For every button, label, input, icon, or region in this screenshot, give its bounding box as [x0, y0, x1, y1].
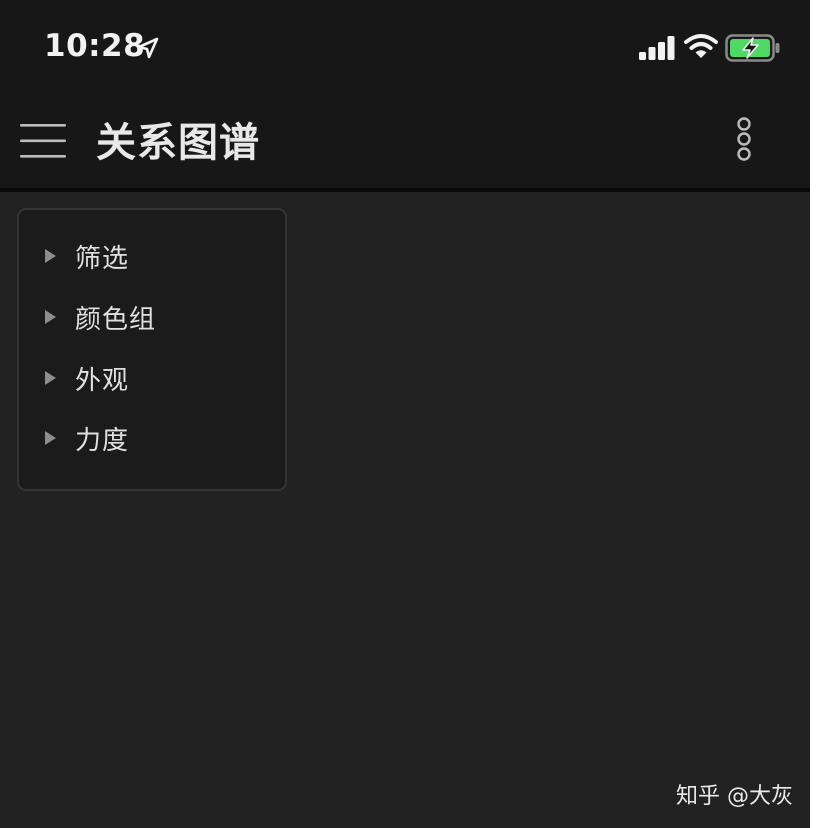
hamburger-menu-icon[interactable]: [14, 116, 72, 166]
caret-right-icon: [45, 249, 56, 263]
watermark: 知乎 @大灰: [676, 784, 793, 809]
battery-charging-icon: [725, 34, 780, 62]
panel-item-label: 筛选: [75, 243, 130, 274]
panel-item-appearance[interactable]: 外观: [45, 356, 265, 400]
caret-right-icon: [45, 431, 56, 445]
panel-item-label: 外观: [75, 365, 130, 396]
app-bar-divider: [0, 188, 810, 192]
wifi-icon: [684, 34, 718, 58]
panel-item-label: 颜色组: [75, 304, 157, 335]
more-vertical-icon[interactable]: [728, 114, 760, 164]
cellular-signal-icon: [639, 36, 675, 60]
caret-right-icon: [45, 310, 56, 324]
panel-item-forces[interactable]: 力度: [45, 416, 265, 460]
panel-item-filter[interactable]: 筛选: [45, 234, 265, 278]
status-bar: 10:28: [0, 0, 810, 96]
page-title: 关系图谱: [96, 120, 260, 166]
status-time: 10:28: [44, 28, 146, 64]
graph-settings-panel: 筛选 颜色组 外观 力度: [17, 208, 287, 491]
panel-item-color-groups[interactable]: 颜色组: [45, 295, 265, 339]
app-screen: 10:28 关系图谱 筛选 颜色组 外观 力度: [0, 0, 810, 828]
caret-right-icon: [45, 371, 56, 385]
panel-item-label: 力度: [75, 425, 130, 456]
location-arrow-icon: [137, 37, 159, 59]
